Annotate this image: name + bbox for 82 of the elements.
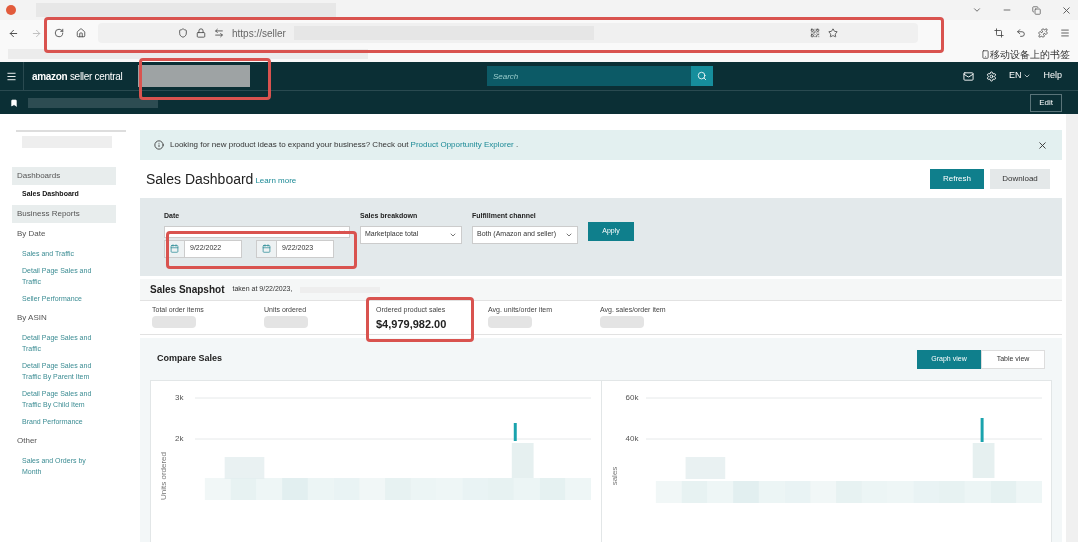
phone-icon: [981, 49, 990, 59]
axis-tick-label: 3k: [175, 393, 184, 403]
metric-value: $4,979,982.00: [376, 316, 448, 332]
blurred-bar: [655, 481, 682, 503]
menu-icon[interactable]: [6, 70, 17, 82]
chevron-icon[interactable]: [972, 5, 982, 15]
learn-more-link[interactable]: Learn more: [255, 175, 297, 187]
blurred-bar: [758, 481, 785, 503]
blurred-bar: [565, 478, 591, 500]
bookmark-link[interactable]: 移动设备上的书签: [990, 46, 1070, 62]
bookmark-icon[interactable]: [10, 98, 18, 107]
blurred-bar: [835, 481, 862, 503]
blurred-bar: [539, 478, 566, 500]
axis-title: Units ordered: [159, 451, 169, 502]
mail-icon[interactable]: [962, 70, 974, 82]
back-icon[interactable]: [8, 27, 19, 39]
edit-button[interactable]: Edit: [1030, 93, 1062, 112]
sidebar-group: Other: [17, 430, 128, 452]
help-link[interactable]: Help: [1043, 69, 1062, 83]
redacted-block: [600, 315, 644, 328]
spike-line: [513, 423, 517, 441]
star-icon[interactable]: [828, 28, 838, 38]
axis-tick-label: 60k: [625, 393, 639, 403]
language-menu[interactable]: EN: [1008, 69, 1032, 83]
blurred-bar: [681, 481, 707, 503]
browser-logo-icon: [6, 5, 16, 15]
reload-icon[interactable]: [54, 28, 64, 38]
calendar-icon: [262, 244, 271, 253]
home-icon[interactable]: [76, 28, 86, 38]
lock-icon: [196, 28, 206, 38]
crop-icon[interactable]: [994, 28, 1004, 38]
blurred-bar: [990, 481, 1016, 503]
blurred-bar: [385, 478, 411, 500]
close-icon[interactable]: [1061, 4, 1072, 16]
blurred-bar: [861, 481, 888, 503]
extensions-icon[interactable]: [1038, 28, 1048, 38]
banner-text: Looking for new product ideas to expand your business? Check out Product Opportunity Explorer .: [170, 139, 519, 151]
logo[interactable]: amazon seller central: [32, 68, 123, 84]
download-button[interactable]: Download: [990, 169, 1050, 189]
search-button[interactable]: [690, 66, 713, 86]
sidebar-group: By ASIN: [17, 307, 128, 329]
close-icon[interactable]: [1037, 139, 1048, 151]
blurred-bar: [307, 478, 334, 500]
blurred-bar: [706, 481, 733, 503]
blurred-bar: [938, 481, 965, 503]
caret-icon: [1023, 72, 1032, 80]
page-title: Sales Dashboard: [146, 169, 254, 189]
url-text: https://seller: [232, 26, 286, 41]
shield-icon: [178, 28, 188, 38]
sidebar-section: Business Reports: [12, 205, 116, 223]
axis-title: sales: [609, 465, 620, 488]
snapshot-title: Sales Snapshot: [150, 283, 225, 297]
blurred-bar: [732, 481, 759, 503]
blurred-bar: [809, 481, 836, 503]
qr-code-icon[interactable]: [810, 28, 820, 38]
axis-tick-label: 2k: [175, 434, 184, 444]
refresh-button[interactable]: Refresh: [930, 169, 984, 189]
blurred-bar: [964, 481, 990, 503]
blurred-bar: [462, 478, 489, 500]
permissions-icon: [214, 28, 224, 38]
search-field[interactable]: Search: [486, 66, 691, 86]
undo-icon[interactable]: [1016, 28, 1026, 38]
blurred-bar: [410, 478, 437, 500]
sidebar-section: Dashboards: [12, 167, 116, 185]
address-bar[interactable]: https://seller: [98, 23, 918, 43]
blurred-bar: [1015, 481, 1042, 503]
redacted-block: [488, 315, 532, 328]
sidebar-group: By Date: [17, 223, 128, 245]
redacted-block: [264, 315, 308, 328]
blurred-bar: [972, 443, 994, 478]
info-icon: [154, 140, 164, 150]
settings-icon[interactable]: [985, 70, 997, 82]
banner-link[interactable]: Product Opportunity Explorer: [410, 140, 514, 149]
axis-tick-label: 40k: [625, 434, 639, 444]
blurred-bar: [912, 481, 939, 503]
spike-line: [980, 418, 984, 442]
redacted-block: [152, 315, 196, 328]
compare-title: Compare Sales: [157, 352, 223, 366]
blurred-bar: [359, 478, 386, 500]
blurred-bar: [282, 478, 308, 500]
calendar-icon: [170, 244, 179, 253]
search-icon: [696, 71, 707, 81]
